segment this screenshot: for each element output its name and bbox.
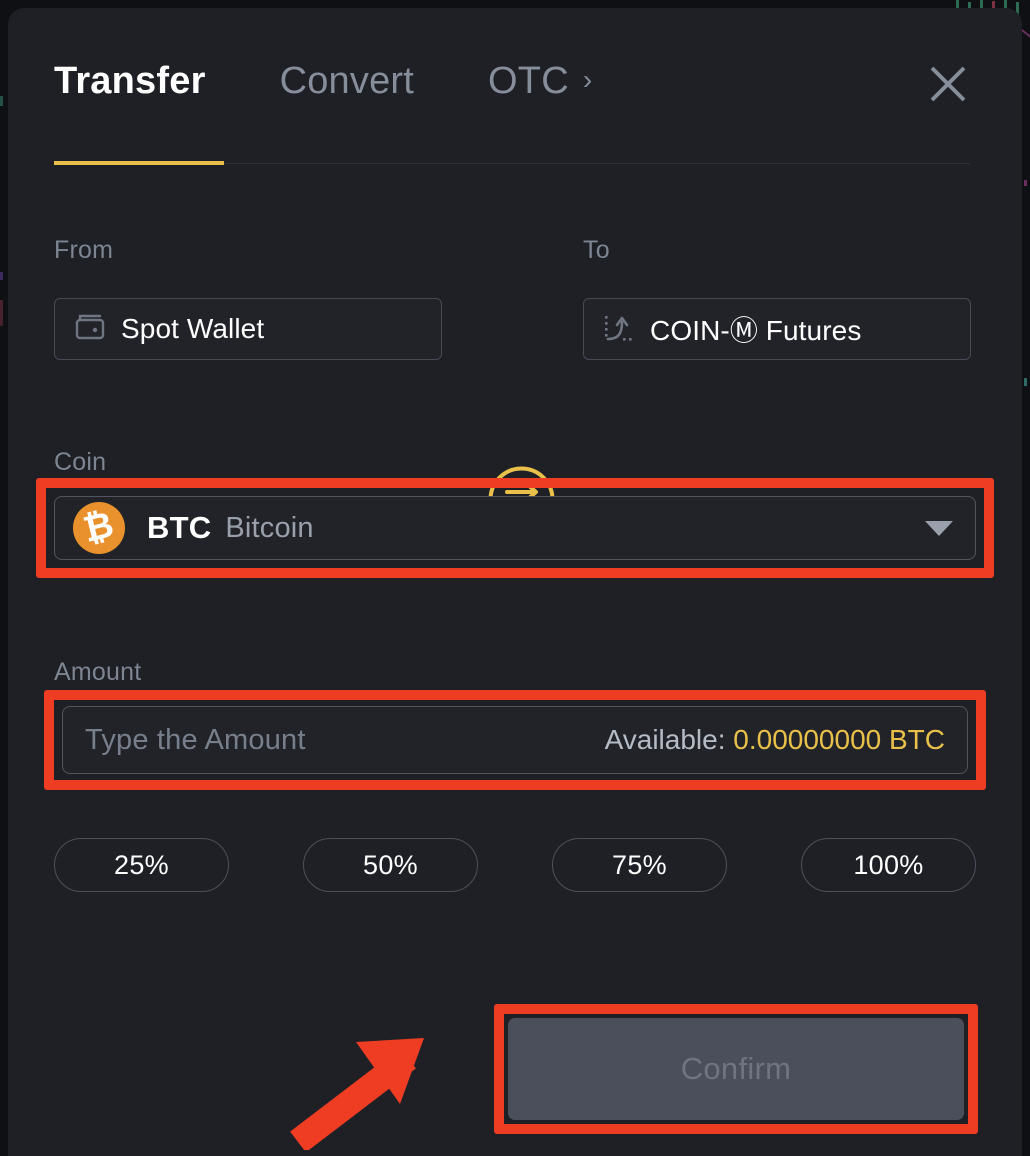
modal-header: Transfer Convert OTC ›: [8, 8, 1022, 168]
available-value: 0.00000000 BTC: [733, 724, 945, 755]
from-wallet-value: Spot Wallet: [121, 313, 265, 344]
available-label: Available:: [604, 724, 726, 755]
confirm-arrow-annotation: [280, 1020, 500, 1150]
bitcoin-logo-icon: ₿: [73, 502, 125, 554]
percent-button-100[interactable]: 100%: [801, 838, 976, 892]
percent-button-25[interactable]: 25%: [54, 838, 229, 892]
page-root: Transfer Convert OTC › From To Spot Wall…: [0, 0, 1030, 1156]
percent-buttons-row: 25% 50% 75% 100%: [54, 838, 976, 892]
bitcoin-glyph: ₿: [79, 504, 119, 551]
arrow-pointing-to-confirm-icon: [290, 1038, 424, 1150]
available-balance: Available: 0.00000000 BTC: [605, 724, 945, 756]
to-label: To: [583, 236, 610, 264]
from-label: From: [54, 236, 114, 264]
confirm-button[interactable]: Confirm: [508, 1018, 964, 1120]
background-marker: [0, 300, 3, 326]
background-marker: [1024, 378, 1027, 386]
background-marker: [0, 96, 3, 106]
amount-input[interactable]: Type the Amount: [85, 724, 306, 757]
percent-button-50[interactable]: 50%: [303, 838, 478, 892]
chevron-down-icon[interactable]: [925, 520, 953, 536]
coin-symbol: BTC: [147, 510, 212, 545]
amount-label: Amount: [54, 658, 142, 686]
tab-convert[interactable]: Convert: [280, 60, 488, 103]
to-wallet-select[interactable]: COIN-Ⓜ Futures: [583, 298, 971, 360]
close-icon: [930, 66, 966, 102]
tab-active-indicator: [54, 161, 224, 165]
tab-otc-label: OTC: [488, 60, 569, 102]
from-wallet-select[interactable]: Spot Wallet: [54, 298, 442, 360]
background-marker: [0, 272, 3, 280]
coin-select[interactable]: ₿ BTC Bitcoin: [54, 496, 976, 560]
confirm-section: Confirm: [8, 1004, 1022, 1156]
amount-input-wrapper[interactable]: Type the Amount Available: 0.00000000 BT…: [62, 706, 968, 774]
futures-trend-icon: [605, 316, 632, 341]
background-marker: [1024, 180, 1027, 186]
close-button[interactable]: [924, 60, 972, 108]
tab-otc[interactable]: OTC ›: [488, 60, 592, 103]
chevron-right-icon: ›: [582, 63, 593, 95]
to-wallet-value: COIN-Ⓜ Futures: [650, 315, 862, 346]
coin-label: Coin: [54, 448, 107, 476]
transfer-modal: Transfer Convert OTC › From To Spot Wall…: [8, 8, 1022, 1156]
wallet-icon: [75, 314, 105, 340]
tab-transfer[interactable]: Transfer: [54, 60, 280, 103]
coin-name: Bitcoin: [225, 511, 314, 544]
percent-button-75[interactable]: 75%: [552, 838, 727, 892]
modal-tabs: Transfer Convert OTC ›: [54, 60, 592, 103]
